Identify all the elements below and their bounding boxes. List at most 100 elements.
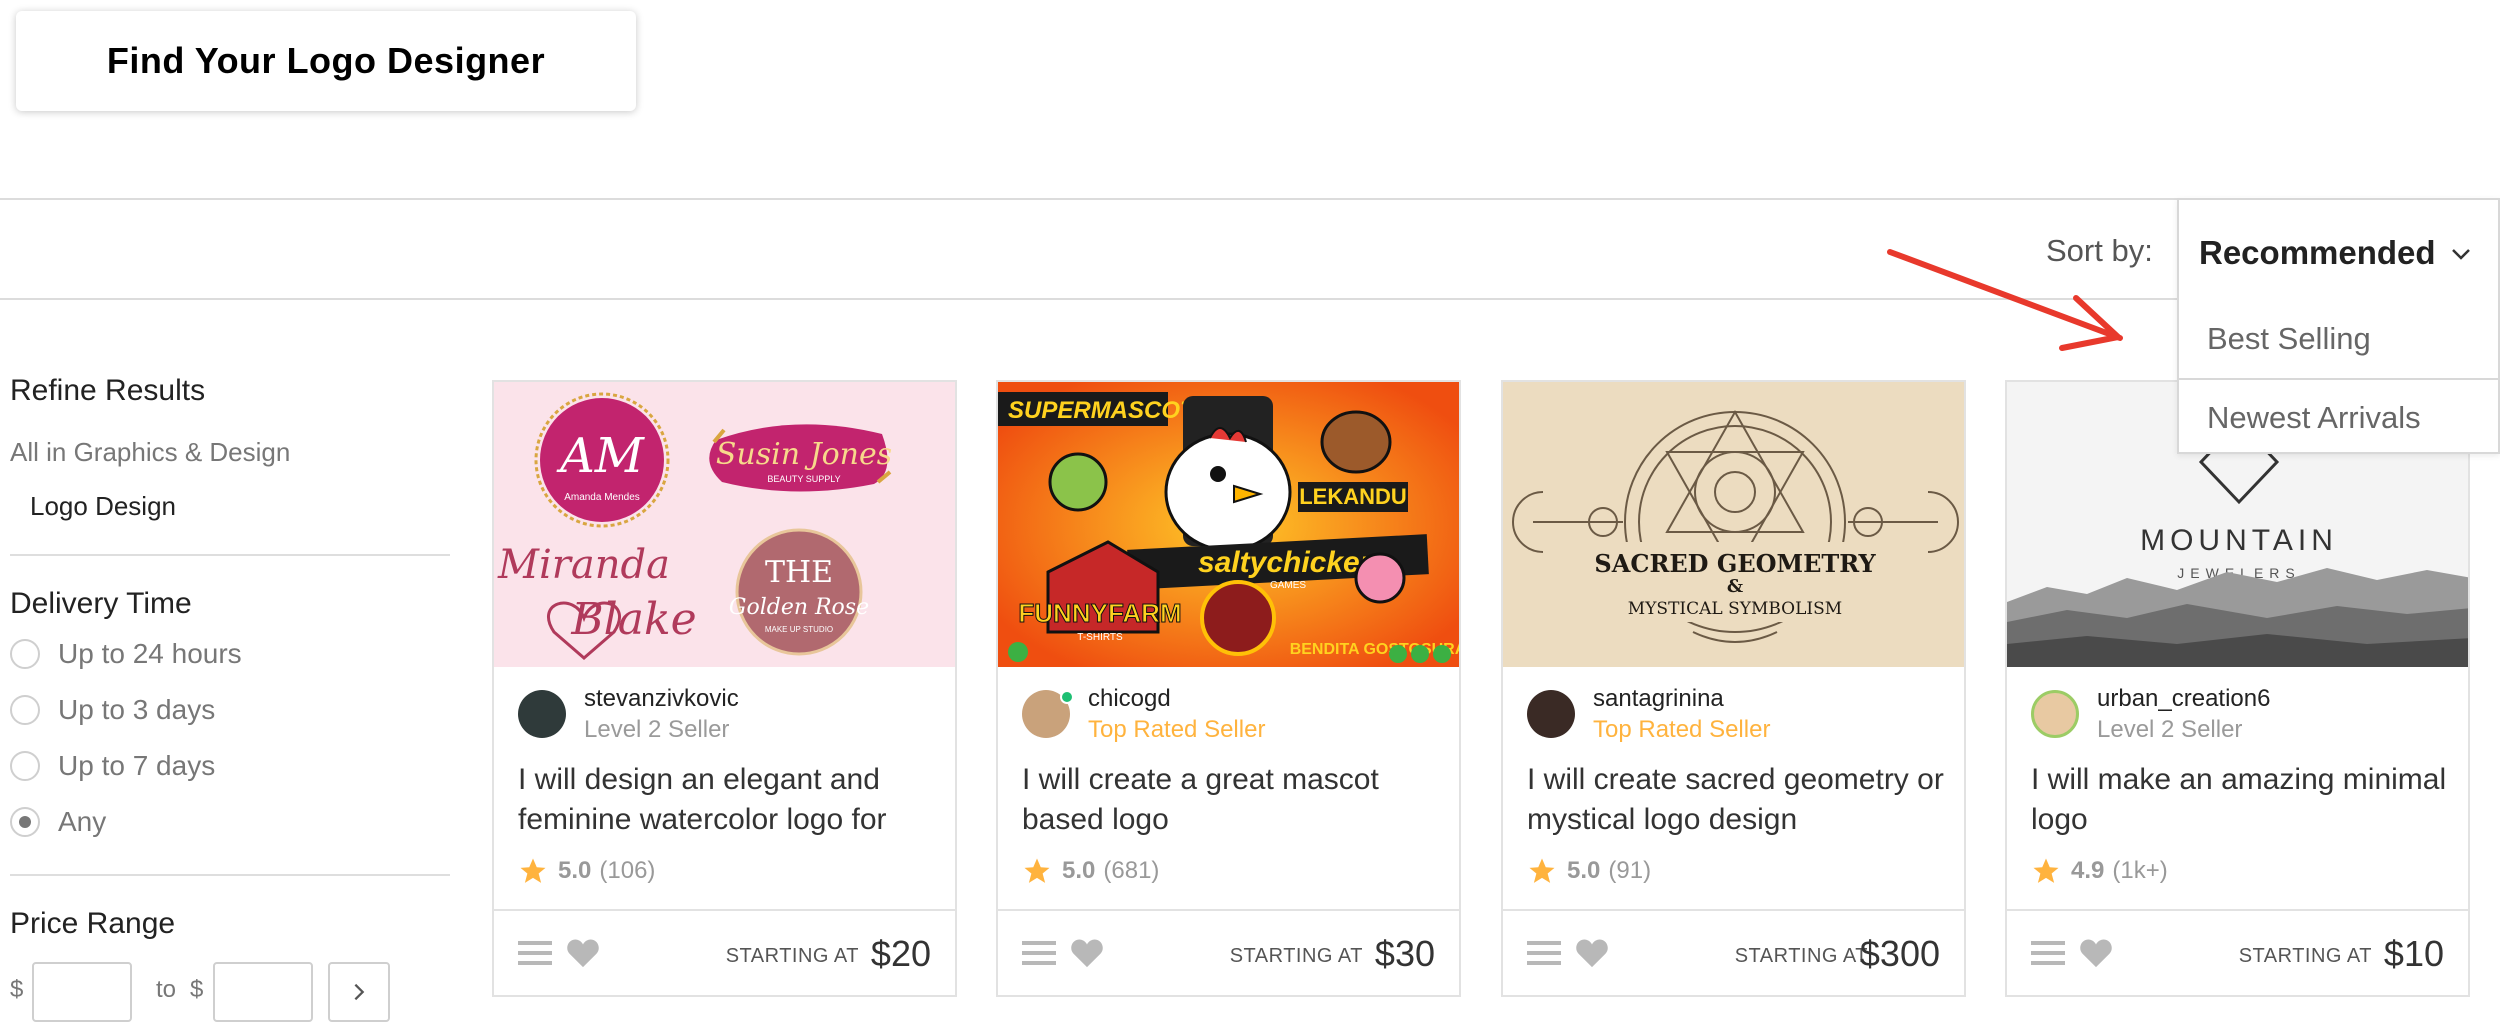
starting-at-label: STARTING AT (725, 945, 859, 967)
seller-info[interactable]: chicogd Top Rated Seller (1022, 684, 1265, 746)
divider (10, 554, 450, 556)
price-range-heading: Price Range (10, 907, 176, 940)
gig-card[interactable]: SACRED GEOMETRY & MYSTICAL SYMBOLISM san… (1501, 380, 1966, 997)
divider (10, 874, 450, 876)
min-price-input[interactable] (32, 962, 132, 1022)
rating-count: (106) (599, 857, 656, 884)
heart-icon[interactable] (566, 937, 600, 969)
seller-info[interactable]: stevanzivkovic Level 2 Seller (518, 684, 739, 746)
gig-title[interactable]: I will create sacred geometry or mystica… (1527, 760, 1947, 840)
sort-option-best-selling[interactable]: Best Selling (2179, 300, 2498, 378)
heart-icon[interactable] (2079, 937, 2113, 969)
seller-name[interactable]: stevanzivkovic (584, 684, 739, 714)
menu-icon[interactable] (1527, 939, 1561, 967)
svg-text:THE: THE (765, 555, 833, 590)
gig-price: $20 (870, 933, 931, 974)
delivery-option-3d[interactable]: Up to 3 days (10, 694, 215, 726)
radio-label: Up to 7 days (58, 750, 216, 781)
avatar[interactable] (1527, 690, 1575, 738)
radio-button[interactable] (10, 695, 40, 725)
seller-level: Level 2 Seller (584, 716, 730, 743)
gig-price: $10 (2383, 933, 2444, 974)
radio-label: Up to 24 hours (58, 638, 242, 669)
seller-name[interactable]: chicogd (1088, 684, 1265, 714)
apply-price-button[interactable] (328, 962, 390, 1022)
rating: 5.0 (91) (1527, 856, 1651, 886)
seller-level: Level 2 Seller (2097, 716, 2243, 743)
sort-option-newest-arrivals[interactable]: Newest Arrivals (2179, 378, 2498, 456)
star-icon (1024, 858, 1050, 883)
sort-dropdown[interactable]: Recommended Best Selling Newest Arrivals (2177, 198, 2500, 454)
delivery-option-7d[interactable]: Up to 7 days (10, 750, 215, 782)
gig-card[interactable]: AM Amanda Mendes Susin Jones BEAUTY SUPP… (492, 380, 957, 997)
svg-text:&: & (1727, 576, 1743, 597)
menu-icon[interactable] (518, 939, 552, 967)
card-footer: STARTING AT $30 (998, 909, 1459, 995)
currency-symbol: $ (190, 976, 204, 1003)
svg-text:Susin Jones: Susin Jones (716, 437, 892, 472)
heart-icon[interactable] (1070, 937, 1104, 969)
avatar[interactable] (2031, 690, 2079, 738)
svg-text:BEAUTY SUPPLY: BEAUTY SUPPLY (767, 474, 840, 484)
svg-text:AM: AM (556, 428, 646, 484)
gig-title[interactable]: I will design an elegant and feminine wa… (518, 760, 938, 840)
star-icon (520, 858, 546, 883)
svg-text:Blake: Blake (570, 594, 696, 645)
gig-title[interactable]: I will make an amazing minimal logo (2031, 760, 2451, 840)
svg-text:SACRED GEOMETRY: SACRED GEOMETRY (1594, 549, 1876, 578)
chevron-right-icon (354, 983, 365, 1001)
annotation-arrow-icon (1887, 249, 2123, 351)
starting-at-label: STARTING AT (2238, 945, 2372, 967)
max-price-input[interactable] (213, 962, 313, 1022)
subcategory-logo-design[interactable]: Logo Design (30, 491, 176, 522)
svg-text:saltychicken: saltychicken (1198, 546, 1378, 579)
radio-button-selected[interactable] (10, 807, 40, 837)
seller-name[interactable]: santagrinina (1593, 684, 1770, 714)
menu-icon[interactable] (2031, 939, 2065, 967)
delivery-option-any[interactable]: Any (10, 806, 106, 838)
gig-title[interactable]: I will create a great mascot based logo (1022, 760, 1442, 840)
svg-text:MYSTICAL SYMBOLISM: MYSTICAL SYMBOLISM (1628, 599, 1842, 619)
rating-count: (1k+) (2112, 857, 2168, 884)
menu-icon[interactable] (1022, 939, 1056, 967)
gig-image: SACRED GEOMETRY & MYSTICAL SYMBOLISM (1512, 409, 1959, 643)
avatar[interactable] (1022, 690, 1074, 738)
svg-text:FUNNYFARM: FUNNYFARM (1018, 598, 1181, 628)
radio-button[interactable] (10, 751, 40, 781)
radio-button[interactable] (10, 639, 40, 669)
star-icon (1529, 858, 1555, 883)
rating-score: 5.0 (1567, 857, 1601, 884)
category-link[interactable]: All in Graphics & Design (10, 437, 290, 468)
starting-at-label: STARTING AT (1229, 945, 1363, 967)
seller-name[interactable]: urban_creation6 (2097, 684, 2270, 714)
sort-selected-value[interactable]: Recommended (2199, 234, 2436, 272)
svg-text:SUPERMASCOTS: SUPERMASCOTS (1008, 397, 1211, 424)
svg-text:GAMES: GAMES (1270, 580, 1306, 591)
chevron-down-icon[interactable] (2449, 242, 2473, 266)
gig-card[interactable]: SUPERMASCOTS LEKANDU saltychicken GAMES … (996, 380, 1461, 997)
seller-info[interactable]: urban_creation6 Level 2 Seller (2031, 684, 2270, 746)
gig-thumbnail[interactable]: SUPERMASCOTS LEKANDU saltychicken GAMES … (998, 382, 1459, 667)
svg-text:MAKE UP STUDIO: MAKE UP STUDIO (765, 625, 833, 634)
gig-thumbnail[interactable]: AM Amanda Mendes Susin Jones BEAUTY SUPP… (494, 382, 955, 667)
gig-image: SUPERMASCOTS LEKANDU saltychicken GAMES … (998, 382, 1459, 667)
seller-level: Top Rated Seller (1593, 716, 1771, 743)
svg-text:T-SHIRTS: T-SHIRTS (1077, 632, 1123, 643)
currency-symbol: $ (10, 976, 24, 1003)
gig-image: AM Amanda Mendes Susin Jones BEAUTY SUPP… (497, 392, 892, 660)
star-icon (2033, 858, 2059, 883)
heart-icon[interactable] (1575, 937, 1609, 969)
rating-count: (681) (1103, 857, 1160, 884)
svg-text:Amanda Mendes: Amanda Mendes (564, 492, 640, 503)
page-title: Find Your Logo Designer (106, 40, 546, 81)
refine-results-heading: Refine Results (10, 374, 206, 407)
rating: 4.9 (1k+) (2031, 856, 2168, 886)
avatar[interactable] (518, 690, 566, 738)
gig-card[interactable]: MOUNTAIN JEWELERS urban_creation6 Level … (2005, 380, 2470, 997)
rating-count: (91) (1608, 857, 1652, 884)
svg-text:MOUNTAIN: MOUNTAIN (2140, 524, 2338, 557)
seller-info[interactable]: santagrinina Top Rated Seller (1527, 684, 1770, 746)
delivery-option-24h[interactable]: Up to 24 hours (10, 638, 242, 670)
gig-thumbnail[interactable]: SACRED GEOMETRY & MYSTICAL SYMBOLISM (1503, 382, 1964, 667)
rating: 5.0 (681) (1022, 856, 1159, 886)
